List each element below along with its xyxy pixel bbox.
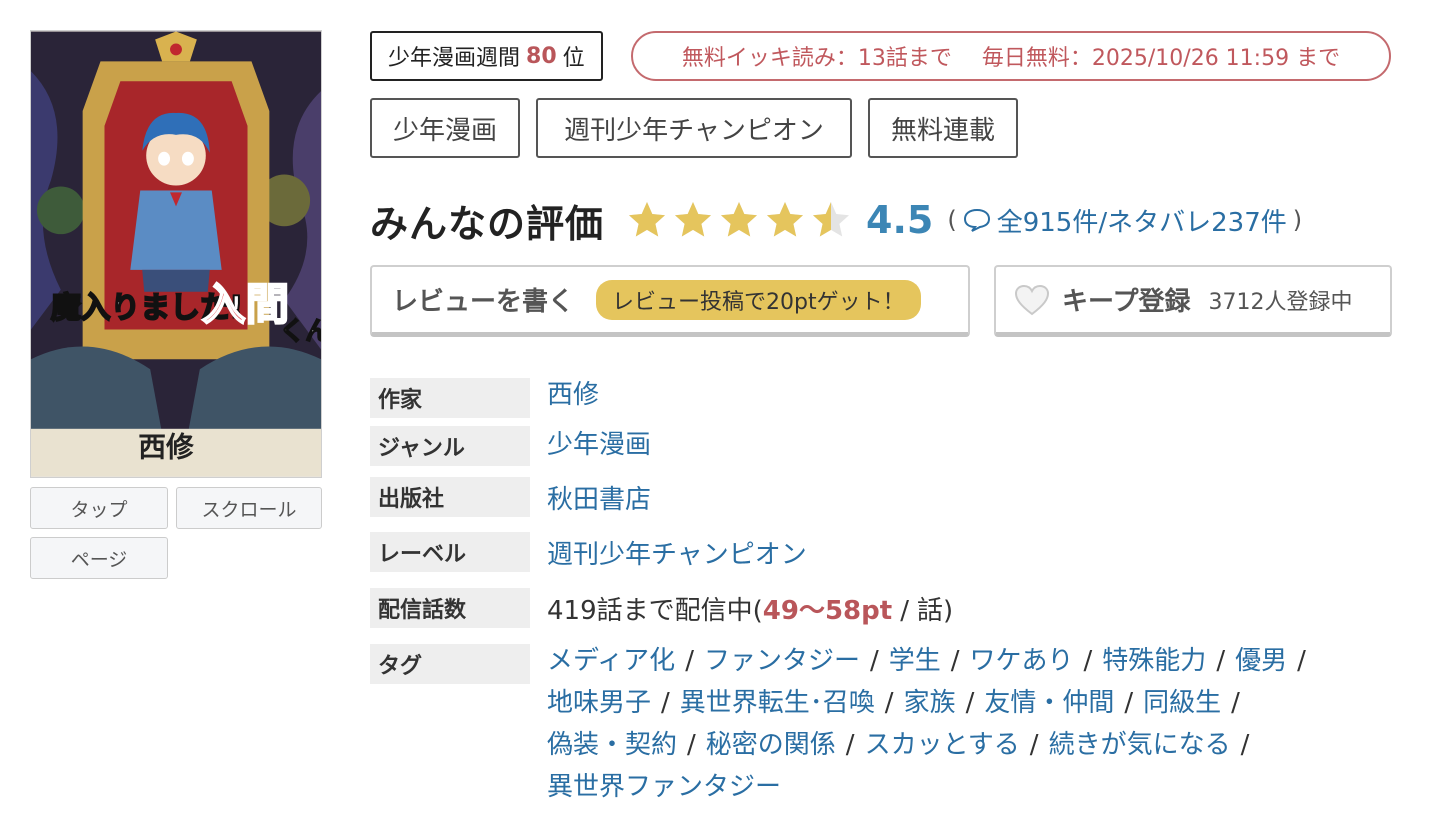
author-label: 作家 [370, 378, 530, 418]
cover-title-big: 入間 [202, 280, 289, 331]
category-tag-free-serial[interactable]: 無料連載 [868, 98, 1018, 158]
view-mode-tap-button[interactable]: タップ [30, 487, 168, 529]
write-review-button[interactable]: レビューを書く レビュー投稿で20ptゲット！ [370, 265, 970, 337]
category-tag-shonen[interactable]: 少年漫画 [370, 98, 520, 158]
episodes-suffix: 話) [916, 596, 954, 626]
keep-count: 3712人登録中 [1208, 289, 1353, 315]
star-rating [626, 199, 852, 241]
label-label: レーベル [370, 532, 530, 572]
category-tag-champion[interactable]: 週刊少年チャンピオン [536, 98, 852, 158]
review-bonus-badge: レビュー投稿で20ptゲット！ [596, 279, 921, 320]
view-mode-scroll-button[interactable]: スクロール [176, 487, 322, 529]
manga-cover-image[interactable]: 魔入りました! 入間 くん 西修 [30, 30, 322, 478]
tags-line-4: 異世界ファンタジー [547, 766, 781, 803]
publisher-label: 出版社 [370, 477, 530, 517]
episodes-sep: / [900, 596, 909, 626]
tag-link[interactable]: 友情・仲間 [984, 688, 1114, 718]
tag-link[interactable]: 同級生 [1143, 688, 1221, 718]
cover-author-mark: 西修 [138, 431, 195, 464]
tag-link[interactable]: 続きが気になる [1049, 730, 1231, 760]
ranking-number: 80 [526, 43, 557, 69]
close-paren: ) [1292, 206, 1303, 234]
free-reading-badge: 無料イッキ読み：13話まで 毎日無料：2025/10/26 11:59 まで [631, 31, 1391, 81]
tag-link[interactable]: 異世界ファンタジー [547, 772, 781, 802]
keep-register-label: キープ登録 [1062, 287, 1191, 317]
tag-link[interactable]: ワケあり [970, 646, 1074, 676]
star-icon [813, 202, 850, 237]
keep-register-button[interactable]: キープ登録 3712人登録中 [994, 265, 1392, 337]
label-link[interactable]: 週刊少年チャンピオン [547, 534, 807, 571]
star-icon [767, 202, 804, 237]
tag-link[interactable]: 秘密の関係 [706, 730, 836, 760]
ranking-badge[interactable]: 少年漫画週間 80 位 [370, 31, 603, 81]
ranking-suffix: 位 [562, 46, 585, 71]
star-icon [721, 202, 758, 237]
free-ikki-text: 無料イッキ読み：13話まで [681, 46, 952, 71]
tag-link[interactable]: スカッとする [865, 730, 1020, 760]
episodes-value: 419話まで配信中(49〜58pt / 話) [547, 590, 953, 627]
episodes-price: 49〜58pt [762, 596, 893, 626]
genre-link[interactable]: 少年漫画 [547, 424, 651, 461]
speech-bubble-icon [963, 208, 990, 232]
review-count-link[interactable]: ( 全915件/ネタバレ237件 ) [947, 202, 1302, 239]
tag-link[interactable]: 優男 [1235, 646, 1287, 676]
write-review-label: レビューを書く [392, 287, 575, 317]
genre-label: ジャンル [370, 426, 530, 466]
tag-link[interactable]: ファンタジー [704, 646, 860, 676]
tag-link[interactable]: メディア化 [547, 646, 675, 676]
tag-link[interactable]: 地味男子 [547, 688, 651, 718]
tags-line-3: 偽装・契約 / 秘密の関係 / スカッとする / 続きが気になる / [547, 730, 1250, 760]
tag-link[interactable]: 偽装・契約 [547, 730, 677, 760]
tag-link[interactable]: 学生 [889, 646, 941, 676]
tag-link[interactable]: 異世界転生･召喚 [680, 688, 875, 718]
publisher-link[interactable]: 秋田書店 [547, 479, 651, 516]
rating-title: みんなの評価 [370, 201, 605, 246]
rating-row: みんなの評価 4.5 ( 全915件/ネタバレ237件 ) [370, 188, 1302, 252]
tags-label: タグ [370, 644, 530, 684]
star-icon [629, 202, 666, 237]
review-count-text: 全915件/ネタバレ237件 [996, 207, 1287, 238]
tag-link[interactable]: 特殊能力 [1102, 646, 1206, 676]
ranking-prefix: 少年漫画週間 [388, 46, 521, 71]
free-daily-text: 毎日無料：2025/10/26 11:59 まで [981, 46, 1341, 71]
tags-line-2: 地味男子 / 異世界転生･召喚 / 家族 / 友情・仲間 / 同級生 / [547, 688, 1240, 718]
view-mode-page-button[interactable]: ページ [30, 537, 168, 579]
rating-score: 4.5 [866, 198, 934, 242]
author-link[interactable]: 西修 [547, 374, 599, 411]
star-icon [675, 202, 712, 237]
tag-link[interactable]: 家族 [904, 688, 956, 718]
open-paren: ( [947, 206, 957, 234]
heart-icon [1014, 284, 1050, 315]
episodes-label: 配信話数 [370, 588, 530, 628]
episodes-prefix: 419話まで配信中( [547, 596, 763, 626]
tags-line-1: メディア化 / ファンタジー / 学生 / ワケあり / 特殊能力 / 優男 / [547, 646, 1306, 676]
cover-title-small: くん [279, 316, 321, 346]
